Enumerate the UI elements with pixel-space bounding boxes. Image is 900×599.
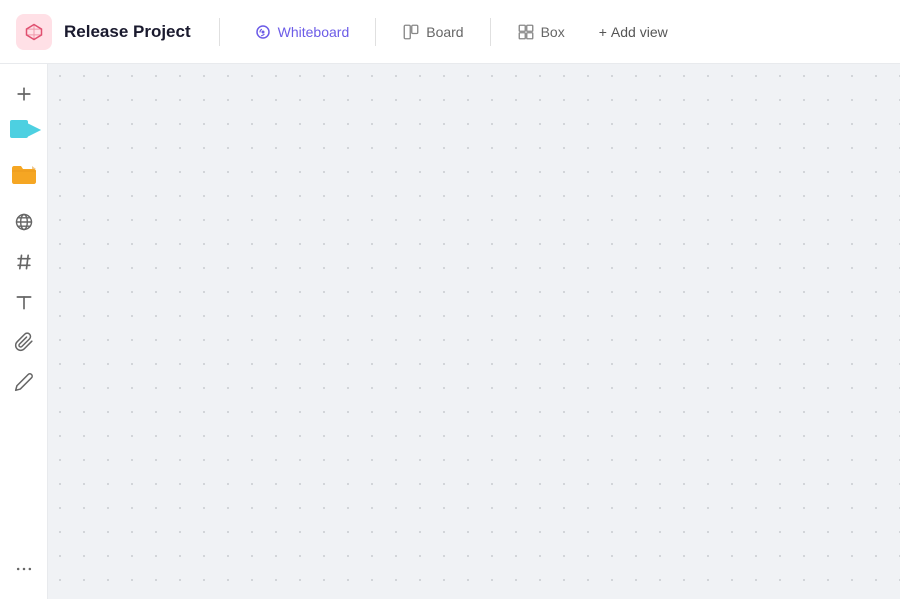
board-icon bbox=[402, 23, 420, 41]
sidebar-item-globe[interactable] bbox=[6, 204, 42, 240]
header-divider bbox=[219, 18, 220, 46]
header: Release Project Whiteboard bbox=[0, 0, 900, 64]
tab-board[interactable]: Board bbox=[388, 17, 477, 47]
sidebar-item-more[interactable] bbox=[6, 551, 42, 587]
tab-whiteboard[interactable]: Whiteboard bbox=[240, 17, 364, 47]
tab-box[interactable]: Box bbox=[503, 17, 579, 47]
nav-tabs: Whiteboard Board bbox=[240, 17, 680, 47]
play-arrow-icon bbox=[24, 120, 44, 145]
tab-board-label: Board bbox=[426, 24, 463, 40]
sidebar-item-draw[interactable] bbox=[6, 364, 42, 400]
box-icon bbox=[517, 23, 535, 41]
add-view-label: Add view bbox=[611, 24, 668, 40]
whiteboard-icon bbox=[254, 23, 272, 41]
tab-divider-1 bbox=[375, 18, 376, 46]
tab-divider-2 bbox=[490, 18, 491, 46]
sidebar-item-attach[interactable] bbox=[6, 324, 42, 360]
project-title: Release Project bbox=[64, 22, 191, 42]
sidebar-item-sticky-notes[interactable] bbox=[6, 116, 42, 152]
tab-whiteboard-label: Whiteboard bbox=[278, 24, 350, 40]
add-view-prefix: + bbox=[599, 24, 607, 40]
sidebar bbox=[0, 64, 48, 599]
project-icon[interactable] bbox=[16, 14, 52, 50]
tab-box-label: Box bbox=[541, 24, 565, 40]
sidebar-item-add[interactable] bbox=[6, 76, 42, 112]
whiteboard-canvas[interactable] bbox=[48, 64, 900, 599]
sidebar-item-folder[interactable] bbox=[6, 156, 42, 192]
sidebar-item-text[interactable] bbox=[6, 284, 42, 320]
add-view-button[interactable]: + Add view bbox=[587, 18, 680, 46]
main-layout bbox=[0, 64, 900, 599]
sidebar-item-hashtag[interactable] bbox=[6, 244, 42, 280]
